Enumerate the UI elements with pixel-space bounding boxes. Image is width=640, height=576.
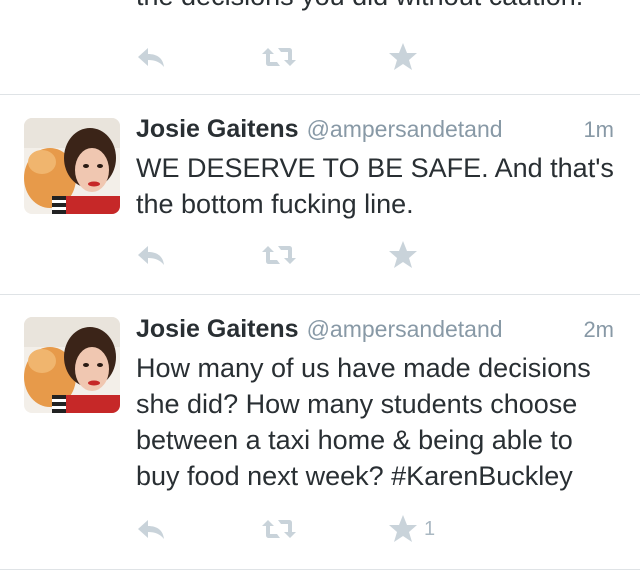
timestamp: 1m [583, 117, 614, 142]
tweet-text: the decisions you did without caution. [136, 0, 622, 14]
favorite-button[interactable] [388, 238, 418, 272]
tweet-actions [136, 40, 466, 74]
retweet-icon [262, 48, 296, 66]
star-icon [389, 43, 417, 70]
retweet-button[interactable] [260, 512, 298, 546]
tweet[interactable]: Josie Gaitens @ampersandetand 2m How many… [0, 295, 640, 570]
favorite-button[interactable]: 1 [388, 512, 435, 546]
avatar[interactable] [24, 317, 120, 413]
display-name[interactable]: Josie Gaitens [136, 315, 299, 343]
tweet-text: WE DESERVE TO BE SAFE. And that's the bo… [136, 153, 614, 219]
timeline: the decisions you did without caution. [0, 0, 640, 576]
reply-button[interactable] [136, 512, 166, 546]
reply-icon [138, 48, 164, 67]
timestamp: 2m [583, 317, 614, 342]
tweet-actions [136, 238, 466, 272]
retweet-icon [262, 246, 296, 264]
reply-icon [138, 246, 164, 265]
avatar-image [24, 317, 120, 413]
reply-button[interactable] [136, 238, 166, 272]
favorite-button[interactable] [388, 40, 418, 74]
avatar-image [24, 118, 120, 214]
retweet-button[interactable] [260, 238, 298, 272]
tweet-partial[interactable]: the decisions you did without caution. [0, 0, 640, 95]
favorite-count: 1 [424, 517, 436, 540]
avatar[interactable] [24, 118, 120, 214]
display-name[interactable]: Josie Gaitens [136, 115, 299, 143]
tweet-header: Josie Gaitens @ampersandetand 2m [136, 315, 614, 349]
tweet-actions: 1 [136, 512, 466, 546]
retweet-button[interactable] [260, 40, 298, 74]
username[interactable]: @ampersandetand [307, 116, 503, 142]
reply-button[interactable] [136, 40, 166, 74]
reply-icon [138, 520, 164, 539]
star-icon [389, 241, 417, 268]
retweet-icon [262, 520, 296, 538]
tweet[interactable]: Josie Gaitens @ampersandetand 1m WE DESER… [0, 95, 640, 295]
username[interactable]: @ampersandetand [307, 316, 503, 342]
tweet-header: Josie Gaitens @ampersandetand 1m [136, 115, 614, 149]
tweet-text: How many of us have made decisions she d… [136, 353, 591, 491]
star-icon [389, 515, 417, 542]
